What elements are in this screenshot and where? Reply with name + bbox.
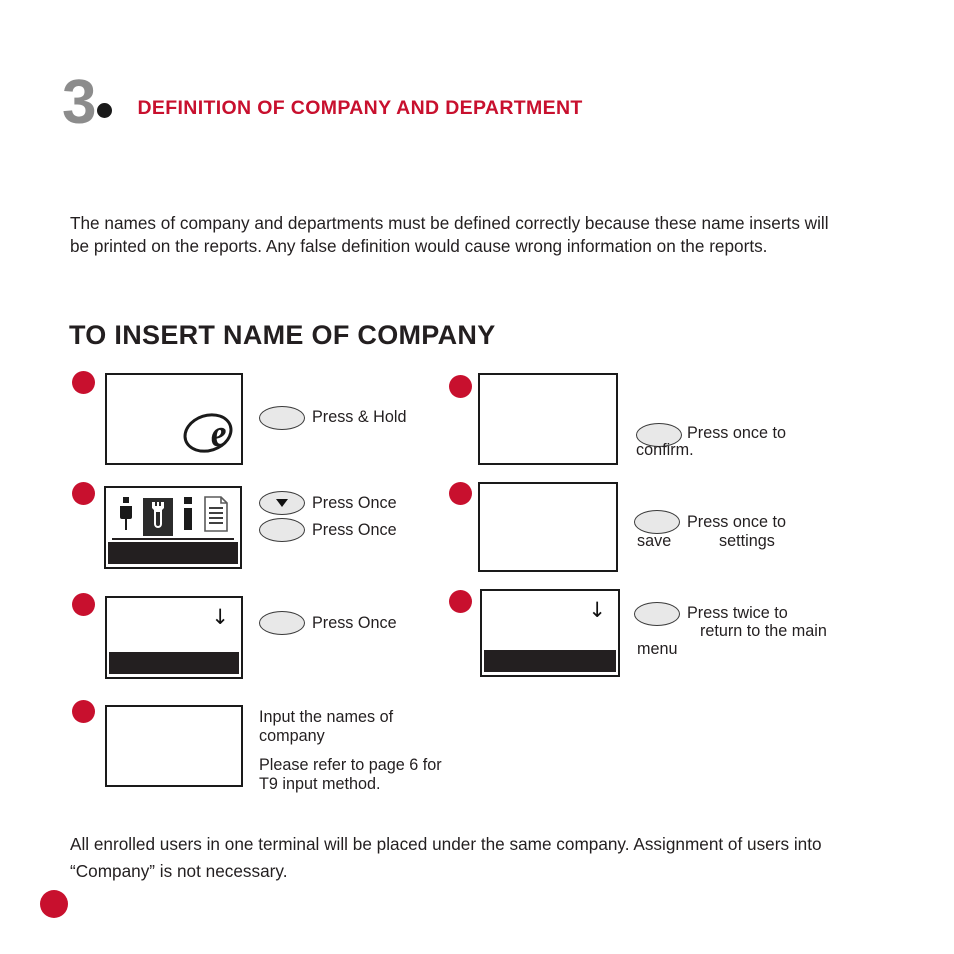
device-screen [478,373,618,465]
device-button[interactable] [259,611,305,635]
wrench-settings-icon [142,497,173,536]
step-bullet [72,700,95,723]
screen-status-bar [484,650,616,672]
down-triangle-icon [276,499,288,507]
step-bullet [72,371,95,394]
closing-paragraph: All enrolled users in one terminal will … [70,834,822,881]
button-label: Press Once [312,494,397,512]
device-screen: ↓ [480,589,620,677]
down-arrow-icon: ↓ [588,598,606,622]
step-caption: Input the names of company Please refer … [259,708,459,794]
button-label: Press Once [312,521,397,539]
step-bullet [449,590,472,613]
info-icon [182,496,194,537]
device-button-down[interactable] [259,491,305,515]
caption-line-2: Please refer to page 6 for T9 input meth… [259,756,442,793]
device-screen [104,486,242,569]
step-bullet [72,593,95,616]
device-screen: e [105,373,243,465]
button-label-secondary: save [637,532,672,550]
screen-status-bar [109,652,239,674]
device-screen: ↓ [105,596,243,679]
device-button[interactable] [259,406,305,430]
button-label: Press once to [687,513,786,531]
instruction-steps: e Press & Hold Press Once Press Once ↓ P… [0,0,954,954]
button-label: Press once to [687,424,786,442]
button-label-secondary: return to the main [700,622,827,640]
step-bullet [72,482,95,505]
step-bullet [449,375,472,398]
device-button[interactable] [634,510,680,534]
button-label: Press twice to [687,604,788,622]
report-document-icon [203,496,229,537]
screen-separator [112,538,234,540]
down-arrow-icon: ↓ [211,605,229,629]
step-bullet [449,482,472,505]
button-label-tertiary: menu [637,640,678,658]
caption-line-1: Input the names of company [259,708,394,745]
user-icon [118,496,134,537]
device-button[interactable] [634,602,680,626]
page-marker-dot [40,890,68,918]
device-button[interactable] [259,518,305,542]
button-label: Press & Hold [312,408,407,426]
button-label: Press Once [312,614,397,632]
device-screen [105,705,243,787]
button-label-tail: settings [719,532,775,550]
menu-icon-row [106,496,240,537]
device-screen [478,482,618,572]
screen-status-bar [108,542,238,564]
button-label-secondary: confirm. [636,441,694,459]
